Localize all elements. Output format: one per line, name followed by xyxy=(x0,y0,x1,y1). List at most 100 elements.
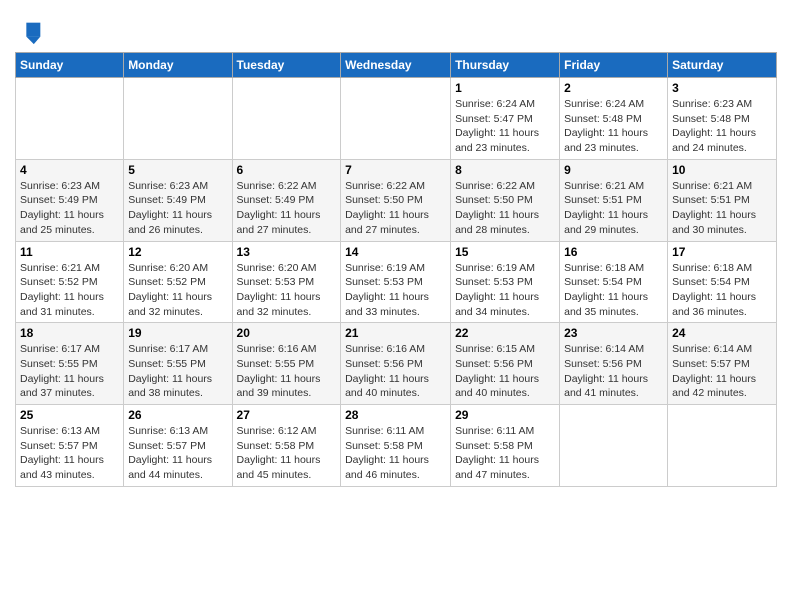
day-number: 26 xyxy=(128,408,227,422)
day-number: 28 xyxy=(345,408,446,422)
day-number: 5 xyxy=(128,163,227,177)
calendar-cell: 6Sunrise: 6:22 AM Sunset: 5:49 PM Daylig… xyxy=(232,159,341,241)
calendar-week-row: 25Sunrise: 6:13 AM Sunset: 5:57 PM Dayli… xyxy=(16,405,777,487)
calendar-cell xyxy=(668,405,777,487)
day-detail: Sunrise: 6:21 AM Sunset: 5:51 PM Dayligh… xyxy=(564,179,663,238)
logo-icon xyxy=(17,18,45,46)
day-detail: Sunrise: 6:18 AM Sunset: 5:54 PM Dayligh… xyxy=(564,261,663,320)
day-number: 24 xyxy=(672,326,772,340)
day-detail: Sunrise: 6:17 AM Sunset: 5:55 PM Dayligh… xyxy=(20,342,119,401)
day-detail: Sunrise: 6:24 AM Sunset: 5:47 PM Dayligh… xyxy=(455,97,555,156)
calendar-cell xyxy=(124,78,232,160)
calendar-cell: 14Sunrise: 6:19 AM Sunset: 5:53 PM Dayli… xyxy=(341,241,451,323)
day-detail: Sunrise: 6:23 AM Sunset: 5:48 PM Dayligh… xyxy=(672,97,772,156)
calendar-cell: 3 Sunrise: 6:23 AM Sunset: 5:48 PM Daylig… xyxy=(668,78,777,160)
calendar-cell: 16 Sunrise: 6:18 AM Sunset: 5:54 PM Dayli… xyxy=(560,241,668,323)
day-detail: Sunrise: 6:20 AM Sunset: 5:53 PM Dayligh… xyxy=(237,261,337,320)
day-detail: Sunrise: 6:13 AM Sunset: 5:57 PM Dayligh… xyxy=(128,424,227,483)
calendar-cell: 19Sunrise: 6:17 AM Sunset: 5:55 PM Dayli… xyxy=(124,323,232,405)
day-detail: Sunrise: 6:15 AM Sunset: 5:56 PM Dayligh… xyxy=(455,342,555,401)
day-number: 16 xyxy=(564,245,663,259)
calendar-cell: 15Sunrise: 6:19 AM Sunset: 5:53 PM Dayli… xyxy=(451,241,560,323)
calendar-cell: 17Sunrise: 6:18 AM Sunset: 5:54 PM Dayli… xyxy=(668,241,777,323)
day-detail: Sunrise: 6:21 AM Sunset: 5:52 PM Dayligh… xyxy=(20,261,119,320)
day-number: 9 xyxy=(564,163,663,177)
day-number: 23 xyxy=(564,326,663,340)
calendar-week-row: 11Sunrise: 6:21 AM Sunset: 5:52 PM Dayli… xyxy=(16,241,777,323)
calendar-cell: 7 Sunrise: 6:22 AM Sunset: 5:50 PM Daylig… xyxy=(341,159,451,241)
calendar-cell: 11Sunrise: 6:21 AM Sunset: 5:52 PM Dayli… xyxy=(16,241,124,323)
calendar-day-header: Tuesday xyxy=(232,53,341,78)
logo xyxy=(15,18,45,46)
calendar-cell: 25Sunrise: 6:13 AM Sunset: 5:57 PM Dayli… xyxy=(16,405,124,487)
day-detail: Sunrise: 6:24 AM Sunset: 5:48 PM Dayligh… xyxy=(564,97,663,156)
day-detail: Sunrise: 6:19 AM Sunset: 5:53 PM Dayligh… xyxy=(455,261,555,320)
day-number: 12 xyxy=(128,245,227,259)
day-number: 20 xyxy=(237,326,337,340)
day-number: 2 xyxy=(564,81,663,95)
day-detail: Sunrise: 6:14 AM Sunset: 5:56 PM Dayligh… xyxy=(564,342,663,401)
calendar-cell: 1 Sunrise: 6:24 AM Sunset: 5:47 PM Daylig… xyxy=(451,78,560,160)
day-detail: Sunrise: 6:22 AM Sunset: 5:50 PM Dayligh… xyxy=(455,179,555,238)
day-number: 8 xyxy=(455,163,555,177)
day-number: 13 xyxy=(237,245,337,259)
calendar-cell: 27 Sunrise: 6:12 AM Sunset: 5:58 PM Dayli… xyxy=(232,405,341,487)
calendar-cell: 26 Sunrise: 6:13 AM Sunset: 5:57 PM Dayli… xyxy=(124,405,232,487)
calendar-cell xyxy=(16,78,124,160)
calendar-cell: 10 Sunrise: 6:21 AM Sunset: 5:51 PM Dayli… xyxy=(668,159,777,241)
day-detail: Sunrise: 6:14 AM Sunset: 5:57 PM Dayligh… xyxy=(672,342,772,401)
day-detail: Sunrise: 6:11 AM Sunset: 5:58 PM Dayligh… xyxy=(345,424,446,483)
day-detail: Sunrise: 6:21 AM Sunset: 5:51 PM Dayligh… xyxy=(672,179,772,238)
day-number: 14 xyxy=(345,245,446,259)
calendar-cell: 2 Sunrise: 6:24 AM Sunset: 5:48 PM Daylig… xyxy=(560,78,668,160)
calendar-cell: 24 Sunrise: 6:14 AM Sunset: 5:57 PM Dayli… xyxy=(668,323,777,405)
calendar-cell: 20 Sunrise: 6:16 AM Sunset: 5:55 PM Dayli… xyxy=(232,323,341,405)
day-number: 19 xyxy=(128,326,227,340)
calendar-cell: 9 Sunrise: 6:21 AM Sunset: 5:51 PM Daylig… xyxy=(560,159,668,241)
calendar-day-header: Thursday xyxy=(451,53,560,78)
day-number: 27 xyxy=(237,408,337,422)
calendar-day-header: Saturday xyxy=(668,53,777,78)
calendar-cell xyxy=(341,78,451,160)
calendar-cell: 22 Sunrise: 6:15 AM Sunset: 5:56 PM Dayli… xyxy=(451,323,560,405)
calendar-cell: 5Sunrise: 6:23 AM Sunset: 5:49 PM Daylig… xyxy=(124,159,232,241)
calendar-cell: 21 Sunrise: 6:16 AM Sunset: 5:56 PM Dayli… xyxy=(341,323,451,405)
calendar-cell: 28 Sunrise: 6:11 AM Sunset: 5:58 PM Dayli… xyxy=(341,405,451,487)
day-number: 29 xyxy=(455,408,555,422)
calendar-day-header: Sunday xyxy=(16,53,124,78)
calendar-cell: 29 Sunrise: 6:11 AM Sunset: 5:58 PM Dayli… xyxy=(451,405,560,487)
calendar-cell: 23 Sunrise: 6:14 AM Sunset: 5:56 PM Dayli… xyxy=(560,323,668,405)
day-number: 3 xyxy=(672,81,772,95)
calendar-header-row: SundayMondayTuesdayWednesdayThursdayFrid… xyxy=(16,53,777,78)
calendar-day-header: Monday xyxy=(124,53,232,78)
calendar-cell xyxy=(560,405,668,487)
calendar-cell: 18 Sunrise: 6:17 AM Sunset: 5:55 PM Dayli… xyxy=(16,323,124,405)
calendar-week-row: 18 Sunrise: 6:17 AM Sunset: 5:55 PM Dayli… xyxy=(16,323,777,405)
day-number: 18 xyxy=(20,326,119,340)
day-detail: Sunrise: 6:20 AM Sunset: 5:52 PM Dayligh… xyxy=(128,261,227,320)
day-detail: Sunrise: 6:23 AM Sunset: 5:49 PM Dayligh… xyxy=(20,179,119,238)
day-number: 21 xyxy=(345,326,446,340)
calendar-day-header: Friday xyxy=(560,53,668,78)
day-detail: Sunrise: 6:16 AM Sunset: 5:56 PM Dayligh… xyxy=(345,342,446,401)
calendar-day-header: Wednesday xyxy=(341,53,451,78)
header xyxy=(15,10,777,46)
day-detail: Sunrise: 6:22 AM Sunset: 5:49 PM Dayligh… xyxy=(237,179,337,238)
calendar-table: SundayMondayTuesdayWednesdayThursdayFrid… xyxy=(15,52,777,487)
day-detail: Sunrise: 6:13 AM Sunset: 5:57 PM Dayligh… xyxy=(20,424,119,483)
day-number: 1 xyxy=(455,81,555,95)
day-detail: Sunrise: 6:16 AM Sunset: 5:55 PM Dayligh… xyxy=(237,342,337,401)
day-number: 17 xyxy=(672,245,772,259)
day-detail: Sunrise: 6:22 AM Sunset: 5:50 PM Dayligh… xyxy=(345,179,446,238)
calendar-cell xyxy=(232,78,341,160)
day-detail: Sunrise: 6:11 AM Sunset: 5:58 PM Dayligh… xyxy=(455,424,555,483)
day-number: 10 xyxy=(672,163,772,177)
day-number: 4 xyxy=(20,163,119,177)
day-number: 22 xyxy=(455,326,555,340)
calendar-cell: 13 Sunrise: 6:20 AM Sunset: 5:53 PM Dayli… xyxy=(232,241,341,323)
calendar-week-row: 4 Sunrise: 6:23 AM Sunset: 5:49 PM Daylig… xyxy=(16,159,777,241)
calendar-week-row: 1 Sunrise: 6:24 AM Sunset: 5:47 PM Daylig… xyxy=(16,78,777,160)
calendar-cell: 12 Sunrise: 6:20 AM Sunset: 5:52 PM Dayli… xyxy=(124,241,232,323)
day-detail: Sunrise: 6:12 AM Sunset: 5:58 PM Dayligh… xyxy=(237,424,337,483)
day-number: 7 xyxy=(345,163,446,177)
